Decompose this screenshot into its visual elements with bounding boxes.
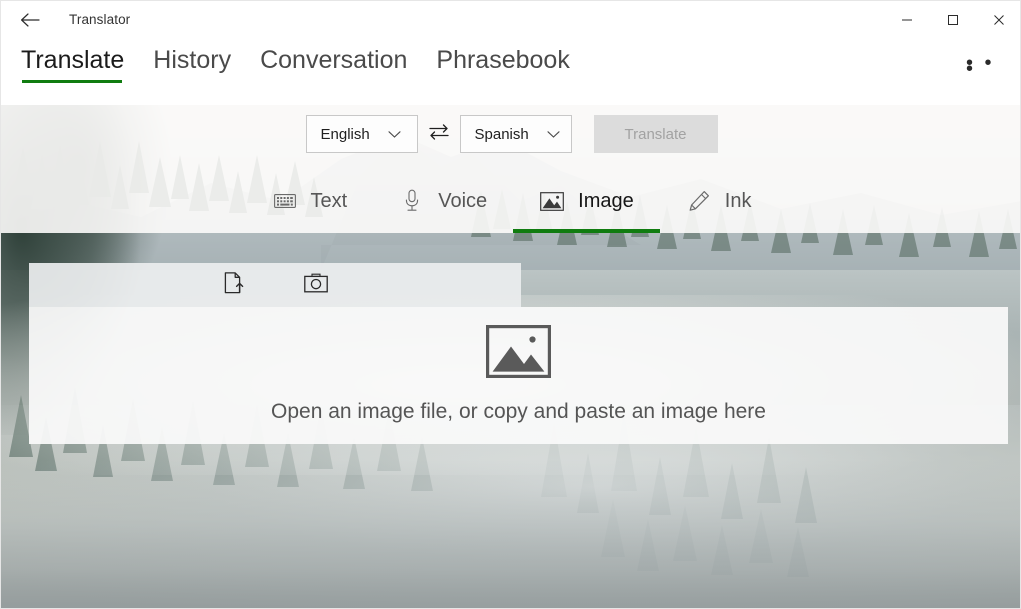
- photo-mist-lower: [1, 460, 1021, 609]
- source-language-value: English: [321, 126, 370, 143]
- title-bar: Translator: [1, 1, 1021, 39]
- mode-voice-label: Voice: [438, 190, 487, 213]
- swap-languages-button[interactable]: [418, 115, 460, 153]
- source-language-select[interactable]: English: [306, 115, 418, 153]
- open-file-button[interactable]: [207, 263, 261, 307]
- tab-translate[interactable]: Translate: [21, 39, 124, 88]
- window-controls: [884, 1, 1021, 39]
- mode-image-label: Image: [578, 190, 634, 213]
- mode-image[interactable]: Image: [513, 169, 660, 233]
- tab-translate-label: Translate: [21, 46, 124, 74]
- microphone-icon: [399, 188, 425, 214]
- pen-icon: [686, 188, 712, 214]
- tab-history[interactable]: History: [153, 39, 231, 88]
- primary-nav-bar: Translate History Conversation Phraseboo…: [1, 39, 1021, 105]
- app-title: Translator: [69, 12, 130, 27]
- tab-conversation[interactable]: Conversation: [260, 39, 407, 88]
- mode-voice[interactable]: Voice: [373, 169, 513, 233]
- minimize-icon: [901, 14, 913, 26]
- image-input-panel: Open an image file, or copy and paste an…: [29, 263, 1008, 444]
- mode-text-label: Text: [311, 190, 348, 213]
- swap-arrows-icon: [427, 123, 451, 146]
- back-arrow-icon: [20, 12, 40, 28]
- image-drop-hint: Open an image file, or copy and paste an…: [271, 400, 766, 424]
- tab-phrasebook-label: Phrasebook: [436, 46, 569, 74]
- target-language-select[interactable]: Spanish: [460, 115, 572, 153]
- ellipsis-icon: • • •: [966, 60, 1010, 72]
- image-panel-toolbar: [29, 263, 521, 307]
- minimize-button[interactable]: [884, 1, 930, 39]
- target-language-value: Spanish: [475, 126, 529, 143]
- picture-icon: [539, 188, 565, 214]
- primary-nav-tabs: Translate History Conversation Phraseboo…: [21, 39, 599, 88]
- translator-window: Translator Translate: [0, 0, 1021, 609]
- mode-ink-label: Ink: [725, 190, 752, 213]
- chevron-down-icon: [547, 130, 560, 139]
- language-selection-bar: English Spanish Translate: [1, 113, 1021, 155]
- camera-icon: [304, 273, 328, 298]
- picture-placeholder-icon: [486, 325, 551, 383]
- close-button[interactable]: [976, 1, 1021, 39]
- translate-button[interactable]: Translate: [594, 115, 718, 153]
- input-mode-bar: Text Voice Image: [1, 169, 1021, 233]
- mode-ink[interactable]: Ink: [660, 169, 778, 233]
- camera-button[interactable]: [289, 263, 343, 307]
- chevron-down-icon: [388, 130, 401, 139]
- maximize-button[interactable]: [930, 1, 976, 39]
- tab-conversation-label: Conversation: [260, 46, 407, 74]
- image-drop-zone[interactable]: Open an image file, or copy and paste an…: [29, 307, 1008, 444]
- keyboard-icon: [272, 188, 298, 214]
- open-file-icon: [224, 272, 244, 299]
- maximize-icon: [947, 14, 959, 26]
- more-options-button[interactable]: • • •: [966, 49, 1010, 89]
- mode-text[interactable]: Text: [246, 169, 374, 233]
- tab-phrasebook[interactable]: Phrasebook: [436, 39, 569, 88]
- back-button[interactable]: [7, 1, 53, 39]
- tab-history-label: History: [153, 46, 231, 74]
- close-icon: [993, 14, 1005, 26]
